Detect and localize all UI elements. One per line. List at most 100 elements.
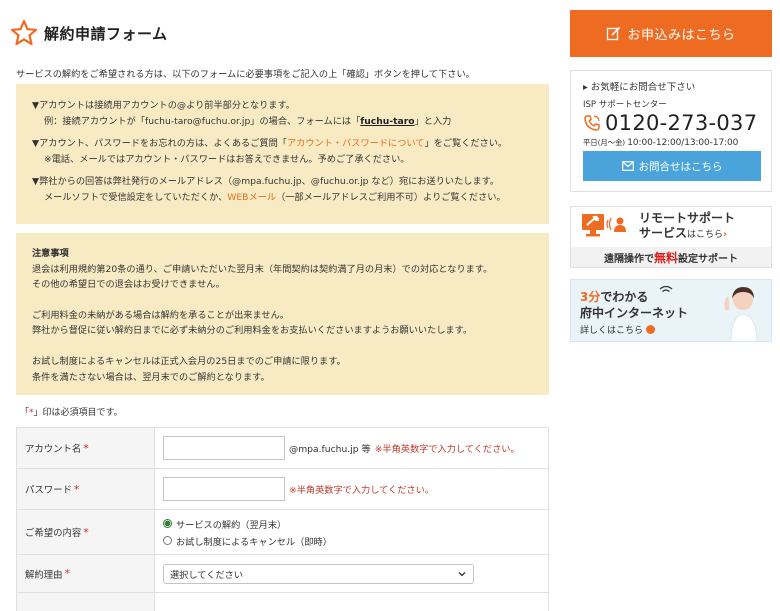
- form-row-account: アカウント名 * @mpa.fuchu.jp 等 ※半角英数字で入力してください。: [16, 428, 549, 469]
- remote-sub-free: 無料: [653, 250, 678, 265]
- isp-support-label: ISP サポートセンター: [583, 100, 667, 110]
- password-label: パスワード *: [16, 469, 155, 509]
- internet-title-line1: 3分でわかる: [580, 288, 648, 305]
- notice-text: 」をご覧ください。: [424, 138, 508, 149]
- faq-link[interactable]: アカウント・パスワードについて: [287, 138, 425, 149]
- next-field-cell: [155, 593, 549, 611]
- example-account: fuchu-taro: [360, 116, 415, 127]
- wrench-monitor-icon: [582, 214, 626, 237]
- chevron-down-icon: [458, 571, 466, 576]
- notice-reply-line2: メールソフトで受信設定をしていただくか、WEBメール（一部メールアドレスご利用不…: [32, 190, 537, 206]
- business-hours: 平日(月〜金) 10:00-12:00/13:00-17:00: [583, 137, 771, 148]
- webmail-link[interactable]: WEBメール: [227, 192, 276, 203]
- notice-text: メールソフトで受信設定をしていただくか、: [44, 192, 228, 203]
- radio-trial-cancel[interactable]: お試し制度によるキャンセル（即時）: [163, 534, 332, 548]
- main-content: 解約申請フォーム サービスの解約をご希望される方は、以下のフォームに必要事項をご…: [0, 0, 560, 611]
- radio-label: お試し制度によるキャンセル（即時）: [176, 536, 332, 548]
- remote-banner-title: リモートサポート サービスはこちら›: [639, 211, 735, 243]
- form-row-next: [16, 593, 549, 611]
- notice-account: ▼アカウントは接続用アカウントの@より前半部分となります。 例：接続アカウントが…: [32, 98, 537, 130]
- notice-forgot-line2: ※電話、メールではアカウント・パスワードはお答えできません。予めご了承ください。: [44, 154, 410, 165]
- internet-link-label: 詳しくはこちら: [580, 326, 644, 336]
- caution-line: ご利用料金の未納がある場合は解約を承ることが出来ません。: [32, 309, 289, 321]
- account-field-cell: @mpa.fuchu.jp 等 ※半角英数字で入力してください。: [155, 428, 549, 468]
- required-mark: *: [64, 567, 71, 580]
- caution-line: お試し制度によるキャンセルは正式入会月の25日までのご申請に限ります。: [32, 355, 346, 367]
- notice-forgot: ▼アカウント、パスワードをお忘れの方は、よくあるご質問「アカウント・パスワードに…: [32, 136, 537, 168]
- request-radio-group: サービスの解約（翌月末） お試し制度によるキャンセル（即時）: [163, 517, 332, 548]
- remote-support-banner[interactable]: リモートサポート サービスはこちら› 遠隔操作で 無料 設定サポート: [570, 206, 772, 268]
- password-field-cell: ※半角英数字で入力してください。: [155, 469, 549, 509]
- form-row-password: パスワード * ※半角英数字で入力してください。: [16, 469, 549, 510]
- caution-heading: 注意事項: [32, 248, 69, 259]
- account-label: アカウント名 *: [16, 428, 155, 468]
- form-row-reason: 解約理由 * 選択してください: [16, 555, 549, 593]
- form-row-request: ご希望の内容 * サービスの解約（翌月末） お試し制度によるキャンセル（即時）: [16, 510, 549, 555]
- internet-title-text: でわかる: [600, 290, 649, 304]
- page-title-text: 解約申請フォーム: [44, 24, 168, 43]
- required-note: 「*」印は必須項目です。: [20, 405, 123, 418]
- password-hint: ※半角英数字で入力してください。: [289, 485, 434, 496]
- radio-checked-icon[interactable]: [163, 519, 172, 528]
- request-label-text: ご希望の内容: [25, 528, 82, 539]
- required-mark: *: [73, 482, 80, 496]
- contact-button-label: お問合せはこちら: [638, 160, 723, 173]
- password-label-text: パスワード: [25, 485, 72, 496]
- phone-number[interactable]: 0120-273-037: [605, 111, 757, 135]
- page-title: 解約申請フォーム: [10, 18, 168, 48]
- caution-line: 条件を満たさない場合は、翌月末でのご解約となります。: [32, 371, 270, 383]
- notice-account-line2: 例：接続アカウントが「fuchu-taro@fuchu.or.jp」の場合、フォ…: [32, 114, 537, 130]
- remote-sub-text: 遠隔操作で: [603, 253, 654, 265]
- woman-illustration: [724, 287, 758, 341]
- contact-button[interactable]: お問合せはこちら: [583, 151, 761, 181]
- account-hint: ※半角英数字で入力してください。: [374, 444, 520, 455]
- required-mark: *: [83, 441, 89, 455]
- star-outline-icon: [10, 19, 38, 46]
- internet-title-highlight: 3分: [580, 290, 601, 304]
- request-label: ご希望の内容 *: [16, 510, 155, 554]
- radio-unchecked-icon[interactable]: [163, 536, 172, 545]
- required-note-text: 「: [20, 408, 30, 418]
- mail-icon: [621, 161, 634, 171]
- caution-notice: 注意事項 退会は利用規約第20条の通り、ご申請いただいた翌月末（年間契約は契約満…: [16, 233, 549, 395]
- internet-intro-banner[interactable]: 3分でわかる 府中インターネット 詳しくはこちら: [570, 279, 772, 342]
- next-label: [16, 593, 155, 611]
- notice-text: 」と入力: [414, 116, 452, 127]
- reason-selected-value: 選択してください: [170, 569, 243, 581]
- remote-banner-sub: 遠隔操作で 無料 設定サポート: [571, 247, 771, 267]
- required-note-text: 」印は必須項目です。: [33, 408, 123, 418]
- apply-button[interactable]: お申込みはこちら: [570, 10, 772, 57]
- remote-banner-top: リモートサポート サービスはこちら›: [571, 207, 771, 247]
- password-input[interactable]: [163, 477, 285, 501]
- reason-label-text: 解約理由: [25, 569, 63, 581]
- wifi-icon: [659, 285, 673, 293]
- internet-more-link[interactable]: 詳しくはこちら: [580, 323, 656, 336]
- hours-times: 10:00-12:00/13:00-17:00: [627, 138, 739, 148]
- remote-title-line1: リモートサポート: [639, 211, 736, 225]
- remote-sub-text: 設定サポート: [678, 253, 738, 265]
- contact-box: ▸ お気軽にお問合せ下さい ISP サポートセンター 0120-273-037 …: [570, 70, 772, 192]
- contact-heading: ▸ お気軽にお問合せ下さい: [583, 82, 696, 93]
- caution-line: その他の希望日での退会はお受けできません。: [32, 279, 225, 291]
- remote-title-text: サービス: [639, 226, 688, 240]
- apply-button-label: お申込みはこちら: [627, 28, 736, 43]
- radio-label: サービスの解約（翌月末）: [176, 519, 287, 531]
- remote-title-small: はこちら: [687, 230, 724, 240]
- radio-cancel-service[interactable]: サービスの解約（翌月末）: [163, 517, 332, 531]
- phone-icon: [584, 115, 600, 131]
- intro-text: サービスの解約をご希望される方は、以下のフォームに必要事項をご記入の上「確認」ボ…: [16, 69, 475, 80]
- cancellation-form: アカウント名 * @mpa.fuchu.jp 等 ※半角英数字で入力してください。…: [16, 427, 549, 611]
- arrow-circle-icon: [646, 325, 656, 334]
- hours-days: 平日(月〜金): [583, 138, 626, 147]
- internet-title-line2: 府中インターネット: [580, 306, 689, 320]
- account-input[interactable]: [163, 436, 285, 460]
- request-field-cell: サービスの解約（翌月末） お試し制度によるキャンセル（即時）: [155, 510, 549, 554]
- notice-text: ▼アカウント、パスワードをお忘れの方は、よくあるご質問「: [32, 138, 287, 149]
- edit-icon: [607, 26, 621, 41]
- reason-select[interactable]: 選択してください: [163, 563, 474, 584]
- notice-forgot-line1: ▼アカウント、パスワードをお忘れの方は、よくあるご質問「アカウント・パスワードに…: [32, 136, 537, 152]
- notice-account-line1: ▼アカウントは接続用アカウントの@より前半部分となります。: [32, 100, 295, 111]
- caution-line: 弊社から督促に従い解約日までに必ず未納分のご利用料金をお支払いくださいますようお…: [32, 325, 473, 337]
- notice-text: （一部メールアドレスご利用不可）よりご覧ください。: [276, 192, 506, 203]
- info-notice: ▼アカウントは接続用アカウントの@より前半部分となります。 例：接続アカウントが…: [16, 84, 549, 224]
